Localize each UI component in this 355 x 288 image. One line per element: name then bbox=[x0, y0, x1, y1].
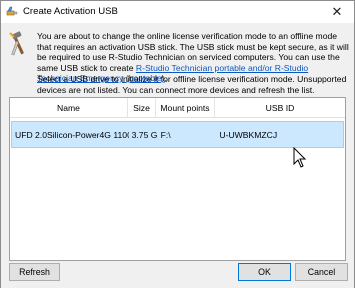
row-name: UFD 2.0Silicon-Power4G 1100 bbox=[15, 129, 129, 140]
refresh-button[interactable]: Refresh bbox=[9, 263, 60, 281]
dialog-window: Create Activation USB ✕ You are about to… bbox=[0, 0, 355, 288]
row-usb-id: U-UWBKMZCJ bbox=[219, 129, 278, 140]
usb-drive-list[interactable]: Name Size Mount points USB ID UFD 2.0Sil… bbox=[9, 97, 346, 261]
column-header-size[interactable]: Size bbox=[128, 98, 156, 118]
close-button[interactable]: ✕ bbox=[320, 1, 354, 23]
title-bar[interactable]: Create Activation USB ✕ bbox=[1, 1, 354, 23]
usb-key-icon bbox=[6, 6, 18, 16]
ok-button[interactable]: OK bbox=[238, 263, 291, 281]
cancel-button[interactable]: Cancel bbox=[295, 263, 348, 281]
row-size: 3.75 GB bbox=[131, 129, 157, 140]
list-header: Name Size Mount points USB ID bbox=[10, 98, 345, 118]
select-instructions: Select a USB drive to initialize it for … bbox=[37, 74, 347, 95]
table-row[interactable]: UFD 2.0Silicon-Power4G 1100 3.75 GB F:\ … bbox=[11, 121, 344, 148]
column-header-name[interactable]: Name bbox=[10, 98, 128, 118]
dialog-body: You are about to change the online licen… bbox=[1, 23, 354, 288]
tools-warning-icon bbox=[9, 31, 24, 56]
row-mount-point: F:\ bbox=[160, 129, 171, 140]
close-icon: ✕ bbox=[331, 4, 343, 19]
mouse-pointer-icon bbox=[293, 147, 307, 168]
window-title: Create Activation USB bbox=[23, 6, 118, 17]
column-header-mount-points[interactable]: Mount points bbox=[156, 98, 215, 118]
column-header-usb-id[interactable]: USB ID bbox=[215, 98, 345, 118]
